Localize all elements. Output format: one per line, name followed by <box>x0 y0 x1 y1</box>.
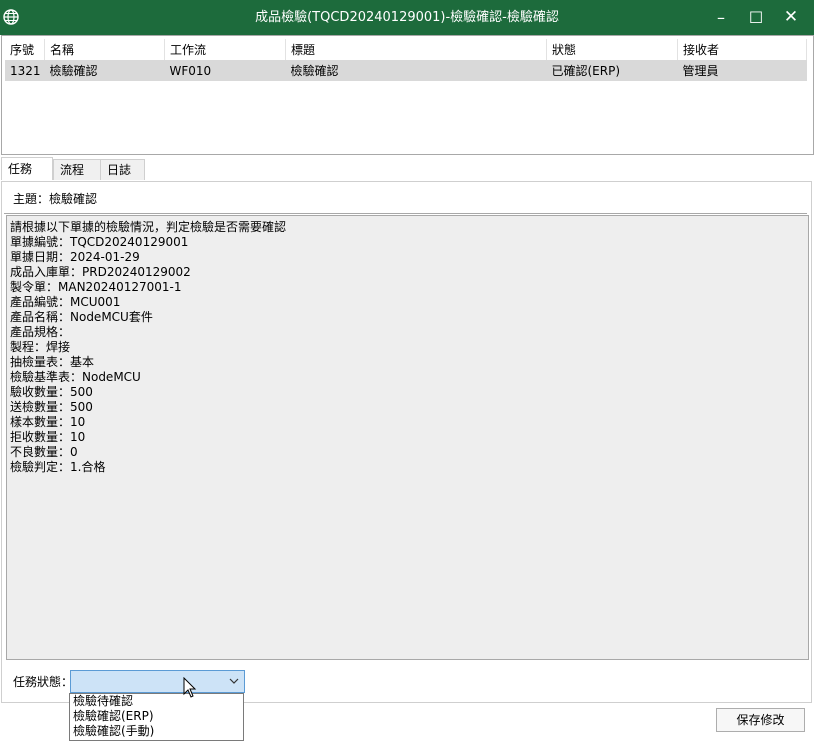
title-bar: 成品檢驗(TQCD20240129001)-檢驗確認-檢驗確認 – ☐ ✕ <box>0 0 814 35</box>
window-title: 成品檢驗(TQCD20240129001)-檢驗確認-檢驗確認 <box>255 10 559 25</box>
app-window: 成品檢驗(TQCD20240129001)-檢驗確認-檢驗確認 – ☐ ✕ 序號… <box>0 0 814 741</box>
close-button[interactable]: ✕ <box>773 0 809 35</box>
status-label: 任務狀態： <box>13 675 74 689</box>
maximize-button[interactable]: ☐ <box>738 0 774 35</box>
subject-value: 檢驗確認 <box>49 192 98 206</box>
cell-title: 檢驗確認 <box>285 60 547 81</box>
cell-receiver: 管理員 <box>677 60 807 81</box>
cell-workflow: WF010 <box>164 60 286 81</box>
workflow-table: 序號 名稱 工作流 標題 狀態 接收者 1321 檢驗確認 WF010 檢驗確認… <box>5 39 807 81</box>
cell-status: 已確認(ERP) <box>546 60 678 81</box>
workflow-grid: 序號 名稱 工作流 標題 狀態 接收者 1321 檢驗確認 WF010 檢驗確認… <box>1 35 814 155</box>
table-row[interactable]: 1321 檢驗確認 WF010 檢驗確認 已確認(ERP) 管理員 <box>5 60 807 81</box>
divider <box>4 213 807 214</box>
column-header[interactable]: 接收者 <box>677 39 807 60</box>
minimize-button[interactable]: – <box>703 0 739 35</box>
status-option[interactable]: 檢驗確認(手動) <box>70 724 243 739</box>
column-header[interactable]: 狀態 <box>546 39 678 60</box>
tab-task[interactable]: 任務 <box>1 157 53 180</box>
content-line: 檢驗判定：1.合格 <box>10 460 106 474</box>
task-content[interactable]: 請根據以下單據的檢驗情況，判定檢驗是否需要確認 單據編號：TQCD2024012… <box>6 215 809 660</box>
column-header[interactable]: 名稱 <box>44 39 165 60</box>
column-header[interactable]: 標題 <box>285 39 547 60</box>
status-select[interactable] <box>70 670 245 693</box>
task-panel: 主題：檢驗確認 請根據以下單據的檢驗情況，判定檢驗是否需要確認 單據編號：TQC… <box>1 181 812 703</box>
table-header: 序號 名稱 工作流 標題 狀態 接收者 <box>5 39 807 60</box>
cell-name: 檢驗確認 <box>44 60 165 81</box>
column-header[interactable]: 序號 <box>5 39 45 60</box>
mouse-cursor-icon <box>183 677 197 698</box>
tab-log[interactable]: 日誌 <box>100 159 145 180</box>
cell-seq: 1321 <box>5 60 45 81</box>
save-button[interactable]: 保存修改 <box>716 708 805 732</box>
subject-label: 主題： <box>13 192 50 206</box>
status-option[interactable]: 檢驗確認(ERP) <box>70 709 243 724</box>
status-option[interactable]: 檢驗待確認 <box>70 694 243 709</box>
chevron-down-icon <box>229 678 239 684</box>
tab-flowchart[interactable]: 流程圖 <box>53 159 101 198</box>
subject: 主題：檢驗確認 <box>13 190 97 207</box>
status-dropdown: 檢驗待確認 檢驗確認(ERP) 檢驗確認(手動) <box>69 693 244 741</box>
column-header[interactable]: 工作流 <box>164 39 286 60</box>
